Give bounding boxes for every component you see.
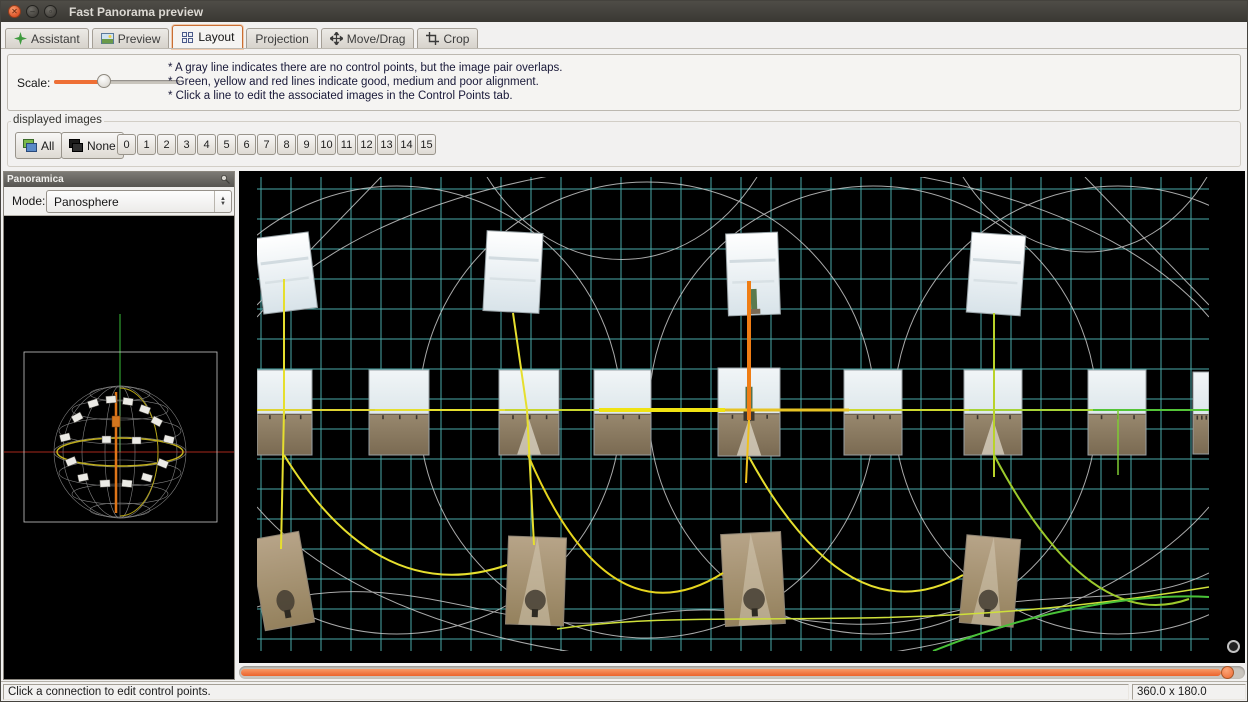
status-pano-size: 360.0 x 180.0 xyxy=(1132,684,1246,700)
image-toggle-button-8[interactable]: 8 xyxy=(277,134,296,155)
layout-help-notes: * A gray line indicates there are no con… xyxy=(168,61,562,103)
fast-panorama-preview-window: ✕ – ▫ Fast Panorama preview Assistant Pre… xyxy=(0,0,1248,702)
image-toggle-button-2[interactable]: 2 xyxy=(157,134,176,155)
layout-info-box: Scale: * A gray line indicates there are… xyxy=(7,54,1241,111)
mode-combobox-value: Panosphere xyxy=(47,195,214,209)
window-titlebar: ✕ – ▫ Fast Panorama preview xyxy=(1,1,1247,22)
tab-projection[interactable]: Projection xyxy=(246,28,317,49)
pano-image-thumbnail[interactable] xyxy=(721,531,786,626)
pano-image-thumbnail[interactable] xyxy=(1088,370,1146,455)
tab-label: Assistant xyxy=(31,32,80,46)
crop-icon xyxy=(426,32,439,45)
layout-canvas-svg xyxy=(257,177,1209,651)
image-toggle-button-12[interactable]: 12 xyxy=(357,134,376,155)
horizontal-scrollbar-knob[interactable] xyxy=(1221,666,1234,679)
pano-image-thumbnail[interactable] xyxy=(369,370,429,455)
tab-label: Layout xyxy=(198,30,234,44)
connection-line[interactable] xyxy=(994,455,1189,605)
image-toggle-button-11[interactable]: 11 xyxy=(337,134,356,155)
combobox-spinner-icon[interactable]: ▲▼ xyxy=(214,191,231,212)
mode-label: Mode: xyxy=(12,194,45,208)
tab-label: Crop xyxy=(443,32,469,46)
tab-label: Projection xyxy=(255,32,308,46)
panosphere-panel: Panoramica Mode: Panosphere ▲▼ xyxy=(3,171,235,680)
pano-image-thumbnail[interactable] xyxy=(505,536,566,626)
panosphere-panel-header: Panoramica xyxy=(4,172,234,187)
layout-preview-canvas[interactable] xyxy=(239,171,1245,663)
preview-icon xyxy=(101,32,114,45)
note-gray-line: * A gray line indicates there are no con… xyxy=(168,61,562,75)
panel-title: Panoramica xyxy=(7,174,64,185)
panosphere-preview-area[interactable] xyxy=(4,216,234,679)
horizontal-scrollbar-thumb[interactable] xyxy=(241,669,1221,676)
tab-label: Move/Drag xyxy=(347,32,406,46)
image-toggle-button-15[interactable]: 15 xyxy=(417,134,436,155)
image-number-buttons: 0123456789101112131415 xyxy=(117,134,436,155)
image-toggle-button-5[interactable]: 5 xyxy=(217,134,236,155)
image-toggle-button-14[interactable]: 14 xyxy=(397,134,416,155)
pano-image-thumbnail[interactable] xyxy=(483,231,543,314)
scale-slider[interactable] xyxy=(54,74,180,89)
show-all-images-button[interactable]: All xyxy=(15,132,62,159)
selected-sphere-thumb xyxy=(112,416,120,427)
image-toggle-button-0[interactable]: 0 xyxy=(117,134,136,155)
window-title: Fast Panorama preview xyxy=(69,5,203,19)
status-message: Click a connection to edit control point… xyxy=(3,684,1129,700)
none-button-label: None xyxy=(87,139,116,153)
move-drag-icon xyxy=(330,32,343,45)
pano-image-thumbnail[interactable] xyxy=(594,370,651,455)
note-click-line: * Click a line to edit the associated im… xyxy=(168,89,562,103)
show-none-images-button[interactable]: None xyxy=(61,132,124,159)
scale-slider-handle[interactable] xyxy=(97,74,111,88)
tab-label: Preview xyxy=(118,32,161,46)
mode-row: Mode: Panosphere ▲▼ xyxy=(4,187,234,216)
image-toggle-button-9[interactable]: 9 xyxy=(297,134,316,155)
image-toggle-button-13[interactable]: 13 xyxy=(377,134,396,155)
assistant-icon xyxy=(14,32,27,45)
tab-move-drag[interactable]: Move/Drag xyxy=(321,28,415,49)
window-maximize-button[interactable]: ▫ xyxy=(44,5,57,18)
notebook-divider xyxy=(1,48,1248,49)
image-toggle-button-1[interactable]: 1 xyxy=(137,134,156,155)
all-images-icon xyxy=(23,139,37,152)
layout-icon xyxy=(181,31,194,44)
pano-image-thumbnail[interactable] xyxy=(844,370,902,455)
pano-image-thumbnail[interactable] xyxy=(966,232,1025,316)
tab-layout[interactable]: Layout xyxy=(172,25,243,49)
horizontal-scrollbar[interactable] xyxy=(239,666,1245,679)
none-images-icon xyxy=(69,139,83,152)
image-toggle-button-3[interactable]: 3 xyxy=(177,134,196,155)
scale-label: Scale: xyxy=(17,76,50,90)
tab-assistant[interactable]: Assistant xyxy=(5,28,89,49)
image-thumbnails xyxy=(257,231,1209,631)
displayed-images-label: displayed images xyxy=(11,114,104,126)
tab-preview[interactable]: Preview xyxy=(92,28,170,49)
pano-image-thumbnail[interactable] xyxy=(257,232,317,314)
pano-image-thumbnail[interactable] xyxy=(257,531,315,630)
window-close-button[interactable]: ✕ xyxy=(8,5,21,18)
image-toggle-button-4[interactable]: 4 xyxy=(197,134,216,155)
image-toggle-button-10[interactable]: 10 xyxy=(317,134,336,155)
mode-combobox[interactable]: Panosphere ▲▼ xyxy=(46,190,232,213)
pano-image-thumbnail[interactable] xyxy=(1193,372,1209,454)
status-bar: Click a connection to edit control point… xyxy=(1,681,1247,702)
window-minimize-button[interactable]: – xyxy=(26,5,39,18)
connection-line[interactable] xyxy=(284,455,507,575)
canvas-scroll-knob[interactable] xyxy=(1227,640,1240,653)
panosphere-preview xyxy=(4,216,234,679)
image-toggle-button-6[interactable]: 6 xyxy=(237,134,256,155)
tab-bar: Assistant Preview Layout Projection Move/Dra… xyxy=(5,24,478,49)
image-toggle-button-7[interactable]: 7 xyxy=(257,134,276,155)
pano-image-thumbnail[interactable] xyxy=(726,232,781,316)
all-button-label: All xyxy=(41,139,54,153)
pin-icon[interactable] xyxy=(220,174,231,185)
tab-crop[interactable]: Crop xyxy=(417,28,478,49)
note-line-colors: * Green, yellow and red lines indicate g… xyxy=(168,75,562,89)
